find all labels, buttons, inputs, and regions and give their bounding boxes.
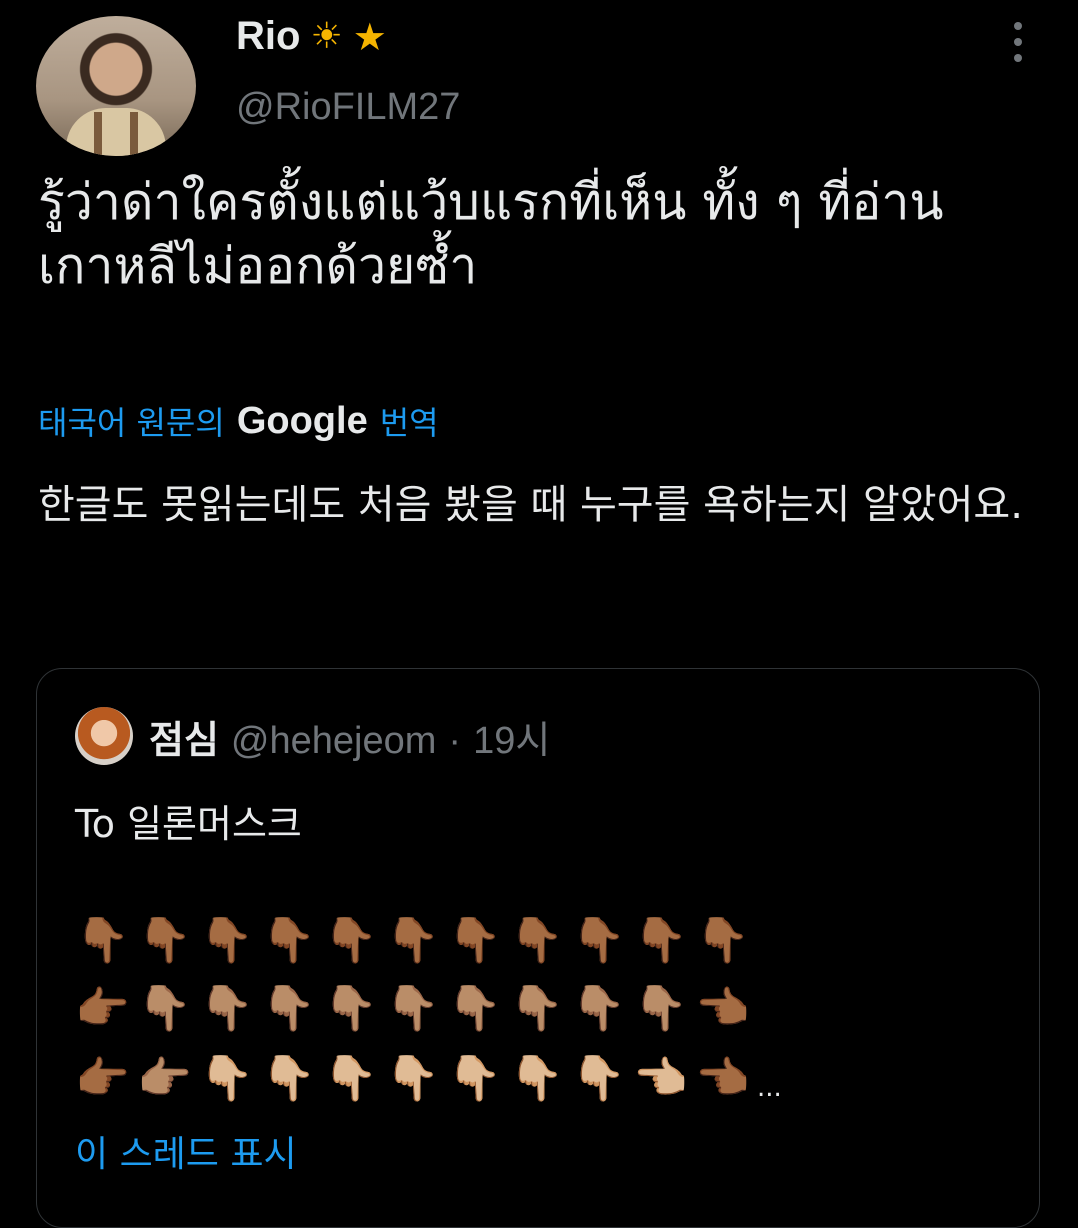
google-logo: Google: [236, 399, 368, 442]
pointing-right-icon: 👉🏽: [137, 1053, 192, 1104]
quoted-handle: @hehejeom: [230, 720, 437, 762]
avatar-suspender-left: [94, 112, 102, 156]
pointing-down-icon: 👇🏽: [137, 983, 192, 1034]
pointing-down-icon: 👇🏼: [323, 1053, 378, 1104]
quoted-text: To 일론머스크: [75, 802, 302, 846]
more-options-icon[interactable]: [1008, 22, 1028, 62]
translation-attribution[interactable]: 태국어 원문의 Google 번역: [38, 398, 439, 444]
truncation-ellipsis: ...: [757, 1073, 782, 1103]
pointing-down-icon: 👇🏾: [571, 915, 626, 966]
pointing-down-icon: 👇🏾: [447, 915, 502, 966]
quoted-avatar[interactable]: [75, 707, 133, 765]
pointing-down-icon: 👇🏽: [199, 983, 254, 1034]
pointing-down-icon: 👇🏼: [261, 1053, 316, 1104]
pointing-down-icon: 👇🏼: [571, 1053, 626, 1104]
avatar-suspender-right: [130, 112, 138, 156]
tweet: Rio ☀ ★ @RioFILM27 รู้ว่าด่าใครตั้งแต่แว…: [0, 0, 1078, 1228]
emoji-row: 👉🏾 👇🏽 👇🏽 👇🏽 👇🏽 👇🏽 👇🏽 👇🏽 👇🏽 👇🏽 👈🏾: [75, 987, 757, 1031]
pointing-down-icon: 👇🏽: [633, 983, 688, 1034]
pointing-down-icon: 👇🏼: [385, 1053, 440, 1104]
sun-icon: ☀: [310, 15, 343, 57]
pointing-left-icon: 👈🏾: [695, 1053, 750, 1104]
pointing-down-icon: 👇🏼: [509, 1053, 564, 1104]
quoted-time: 19시: [473, 720, 551, 762]
pointing-left-icon: 👈🏼: [633, 1053, 688, 1104]
pointing-down-icon: 👇🏽: [509, 983, 564, 1034]
pointing-down-icon: 👇🏾: [385, 915, 440, 966]
pointing-down-icon: 👇🏽: [447, 983, 502, 1034]
quoted-tweet[interactable]: 점심 @hehejeom · 19시 To 일론머스크 👇🏾 👇🏾 👇🏾 👇🏾 …: [36, 668, 1040, 1228]
author-name-row: Rio ☀ ★: [236, 14, 387, 59]
pointing-left-icon: 👈🏾: [695, 983, 750, 1034]
translated-text: 한글도 못읽는데도 처음 봤을 때 누구를 욕하는지 알았어요.: [38, 482, 1023, 528]
show-thread-link[interactable]: 이 스레드 표시: [75, 1125, 297, 1177]
translate-suffix[interactable]: 번역: [380, 398, 439, 444]
pointing-down-icon: 👇🏼: [447, 1053, 502, 1104]
pointing-down-icon: 👇🏾: [261, 915, 316, 966]
author-handle[interactable]: @RioFILM27: [236, 86, 460, 129]
more-dot: [1014, 22, 1022, 30]
pointing-down-icon: 👇🏾: [695, 915, 750, 966]
author-avatar[interactable]: [36, 16, 196, 156]
pointing-down-icon: 👇🏾: [633, 915, 688, 966]
more-dot: [1014, 38, 1022, 46]
pointing-right-icon: 👉🏾: [75, 983, 130, 1034]
pointing-down-icon: 👇🏼: [199, 1053, 254, 1104]
pointing-right-icon: 👉🏾: [75, 1053, 130, 1104]
author-name[interactable]: Rio: [236, 14, 300, 59]
tweet-text: รู้ว่าด่าใครตั้งแต่แว้บแรกที่เห็น ทั้ง ๆ…: [38, 173, 944, 295]
pointing-down-icon: 👇🏾: [137, 915, 192, 966]
star-icon: ★: [352, 14, 387, 59]
translate-prefix[interactable]: 태국어 원문의: [38, 398, 225, 444]
pointing-down-icon: 👇🏾: [199, 915, 254, 966]
pointing-down-icon: 👇🏽: [385, 983, 440, 1034]
pointing-down-icon: 👇🏾: [509, 915, 564, 966]
more-dot: [1014, 54, 1022, 62]
pointing-down-icon: 👇🏾: [323, 915, 378, 966]
emoji-row: 👇🏾 👇🏾 👇🏾 👇🏾 👇🏾 👇🏾 👇🏾 👇🏾 👇🏾 👇🏾 👇🏾: [75, 919, 757, 963]
quoted-name: 점심: [149, 718, 219, 762]
quoted-separator: ·: [448, 720, 462, 762]
pointing-down-icon: 👇🏽: [571, 983, 626, 1034]
pointing-down-icon: 👇🏾: [75, 915, 130, 966]
avatar-shirt: [66, 108, 166, 156]
emoji-row: 👉🏾 👉🏽 👇🏼 👇🏼 👇🏼 👇🏼 👇🏼 👇🏼 👇🏼 👈🏼 👈🏾 ...: [75, 1053, 782, 1104]
pointing-down-icon: 👇🏽: [261, 983, 316, 1034]
pointing-down-icon: 👇🏽: [323, 983, 378, 1034]
quoted-header: 점심 @hehejeom · 19시: [149, 709, 550, 764]
